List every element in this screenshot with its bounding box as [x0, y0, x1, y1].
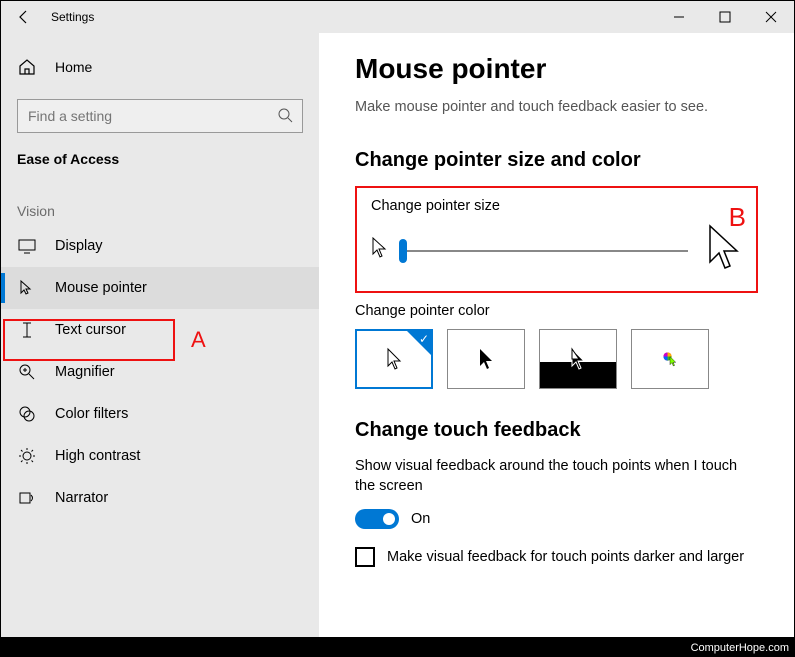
darker-larger-checkbox[interactable] — [355, 547, 375, 567]
high-contrast-icon — [17, 447, 37, 465]
maximize-icon — [719, 11, 731, 23]
annotation-label-b: B — [729, 202, 746, 233]
nav-high-contrast[interactable]: High contrast — [1, 435, 319, 477]
text-cursor-icon — [17, 321, 37, 339]
annotation-label-a: A — [191, 327, 206, 353]
nav-home-label: Home — [55, 59, 92, 75]
arrow-left-icon — [16, 9, 32, 25]
slider-track — [399, 250, 688, 252]
main-panel: Mouse pointer Make mouse pointer and tou… — [319, 33, 794, 637]
magnifier-icon — [17, 363, 37, 381]
narrator-icon — [17, 489, 37, 507]
category-label: Ease of Access — [17, 151, 303, 167]
footer-credit: ComputerHope.com — [691, 642, 789, 654]
touch-feedback-text: Show visual feedback around the touch po… — [355, 456, 758, 497]
nav-item-label: Narrator — [55, 490, 108, 506]
checkbox-label: Make visual feedback for touch points da… — [387, 547, 744, 567]
section-size-color: Change pointer size and color — [355, 149, 758, 172]
search-input[interactable] — [17, 99, 303, 133]
nav-item-label: Color filters — [55, 406, 128, 422]
sidebar: Home Ease of Access Vision Display Mouse… — [1, 33, 319, 637]
group-vision: Vision — [17, 203, 303, 219]
touch-feedback-toggle[interactable] — [355, 509, 399, 529]
nav-narrator[interactable]: Narrator — [1, 477, 319, 519]
window-title: Settings — [51, 10, 94, 24]
section-touch: Change touch feedback — [355, 419, 758, 442]
pointer-size-slider[interactable] — [399, 239, 688, 263]
display-icon — [17, 238, 37, 254]
pointer-color-inverted[interactable] — [539, 329, 617, 389]
pointer-color-label: Change pointer color — [355, 303, 758, 319]
minimize-icon — [673, 11, 685, 23]
nav-mouse-pointer[interactable]: Mouse pointer — [1, 267, 319, 309]
check-icon: ✓ — [419, 332, 429, 346]
pointer-size-label: Change pointer size — [371, 198, 742, 214]
nav-home[interactable]: Home — [1, 47, 319, 87]
nav-item-label: Mouse pointer — [55, 280, 147, 296]
close-button[interactable] — [748, 1, 794, 33]
color-filters-icon — [17, 405, 37, 423]
nav-text-cursor[interactable]: Text cursor — [1, 309, 319, 351]
pointer-color-white[interactable]: ✓ — [355, 329, 433, 389]
nav-item-label: Display — [55, 238, 103, 254]
close-icon — [765, 11, 777, 23]
home-icon — [17, 58, 37, 76]
nav-magnifier[interactable]: Magnifier — [1, 351, 319, 393]
back-button[interactable] — [1, 1, 47, 33]
maximize-button[interactable] — [702, 1, 748, 33]
toggle-state-label: On — [411, 509, 430, 529]
nav-display[interactable]: Display — [1, 225, 319, 267]
nav-item-label: Text cursor — [55, 322, 126, 338]
nav-item-label: High contrast — [55, 448, 140, 464]
pointer-icon — [17, 279, 37, 297]
pointer-color-black[interactable] — [447, 329, 525, 389]
pointer-color-custom[interactable] — [631, 329, 709, 389]
minimize-button[interactable] — [656, 1, 702, 33]
cursor-small-icon — [371, 237, 387, 264]
nav-item-label: Magnifier — [55, 364, 115, 380]
nav-color-filters[interactable]: Color filters — [1, 393, 319, 435]
annotation-box-b: Change pointer size B — [355, 186, 758, 293]
page-title: Mouse pointer — [355, 53, 758, 85]
page-subtitle: Make mouse pointer and touch feedback ea… — [355, 99, 758, 115]
slider-thumb[interactable] — [399, 239, 407, 263]
search-icon — [277, 107, 293, 128]
